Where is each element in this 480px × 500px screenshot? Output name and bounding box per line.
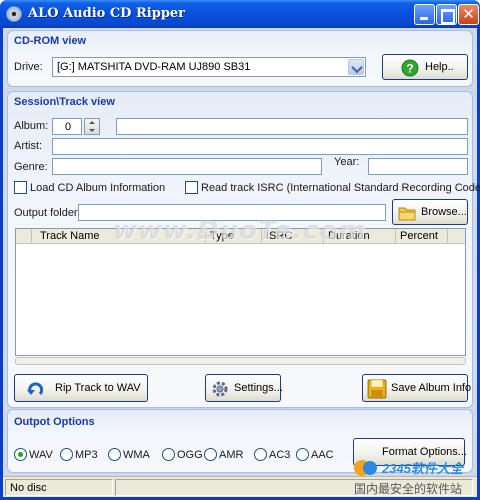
read-isrc-label: Read track ISRC (International Standard … [201, 182, 480, 194]
radio-ac3[interactable] [254, 448, 267, 461]
help-button[interactable]: ? Help.. [382, 54, 468, 80]
brand-logo-icon [354, 460, 377, 476]
output-header: Outpot Options [14, 416, 95, 428]
artist-label: Artist: [14, 140, 43, 152]
spin-down-icon[interactable] [89, 129, 95, 132]
brand-sub-text: 国内最安全的软件站 [354, 482, 463, 496]
track-list[interactable]: Track Name Type ISRC Duration Percent [15, 228, 466, 356]
window-title: ALO Audio CD Ripper [28, 6, 186, 21]
track-list-scrollbar[interactable] [15, 357, 466, 365]
load-cd-info-checkbox[interactable] [14, 181, 27, 194]
output-folder-label: Output folder: [14, 207, 81, 219]
status-cell-main: No disc [5, 479, 113, 496]
radio-ac3-label: AC3 [269, 449, 291, 461]
minimize-icon [415, 5, 434, 24]
read-isrc-checkbox[interactable] [185, 181, 198, 194]
album-spinner[interactable] [84, 118, 100, 135]
rip-track-label: Rip Track to WAV [55, 382, 141, 394]
help-icon: ? [401, 59, 419, 77]
radio-mp3[interactable] [60, 448, 73, 461]
brand-watermark: 2345软件大全 国内最安全的软件站 [348, 458, 478, 498]
save-album-button[interactable]: Save Album Info [362, 374, 472, 402]
maximize-icon [437, 5, 456, 24]
svg-text:?: ? [406, 62, 413, 76]
col-index[interactable] [16, 229, 32, 244]
radio-ogg[interactable] [162, 448, 175, 461]
col-percent[interactable]: Percent [396, 229, 448, 244]
drive-select[interactable]: [G:] MATSHITA DVD-RAM UJ890 SB31 [52, 57, 366, 77]
radio-aac-label: AAC [311, 449, 334, 461]
radio-wav-label: WAV [29, 449, 53, 461]
radio-wav[interactable] [14, 448, 27, 461]
app-window: ALO Audio CD Ripper ✕ CD-ROM view Drive:… [0, 0, 480, 500]
drive-value: [G:] MATSHITA DVD-RAM UJ890 SB31 [57, 61, 251, 73]
radio-amr-label: AMR [219, 449, 244, 461]
album-number: 0 [65, 121, 72, 133]
settings-label: Settings... [234, 382, 283, 394]
radio-wma-label: WMA [123, 449, 150, 461]
title-bar[interactable]: ALO Audio CD Ripper ✕ [0, 0, 480, 28]
radio-wma[interactable] [108, 448, 121, 461]
help-label: Help.. [425, 61, 454, 73]
settings-button[interactable]: Settings... [205, 374, 283, 402]
gear-icon [212, 381, 228, 397]
cd-disc-icon[interactable] [6, 6, 22, 22]
drive-label: Drive: [14, 61, 43, 73]
save-album-label: Save Album Info [391, 382, 472, 394]
cdrom-panel: CD-ROM view Drive: [G:] MATSHITA DVD-RAM… [7, 30, 473, 87]
radio-aac[interactable] [296, 448, 309, 461]
album-label: Album: [14, 120, 49, 132]
radio-amr[interactable] [204, 448, 217, 461]
maximize-button[interactable] [436, 4, 457, 25]
spin-up-icon[interactable] [89, 121, 95, 124]
session-header: Session\Track view [14, 96, 115, 108]
browse-label: Browse... [421, 206, 467, 218]
close-icon: ✕ [462, 5, 475, 23]
genre-field[interactable] [52, 158, 322, 175]
close-button[interactable]: ✕ [458, 4, 479, 25]
radio-ogg-label: OGG [177, 449, 203, 461]
album-number-field[interactable]: 0 [52, 118, 82, 135]
session-panel: Session\Track view Album: 0 Artist: Genr… [7, 91, 480, 408]
load-cd-info-label: Load CD Album Information [30, 182, 166, 194]
save-disk-icon [367, 379, 387, 399]
folder-icon [398, 207, 416, 221]
radio-mp3-label: MP3 [75, 449, 98, 461]
format-options-label: Format Options... [382, 446, 467, 458]
status-text: No disc [10, 482, 47, 494]
rip-arrow-icon [27, 382, 44, 396]
client-area: CD-ROM view Drive: [G:] MATSHITA DVD-RAM… [3, 28, 480, 498]
year-label: Year: [334, 156, 360, 168]
year-field[interactable] [368, 158, 468, 175]
artist-field[interactable] [52, 138, 468, 155]
rip-track-button[interactable]: Rip Track to WAV [14, 374, 148, 402]
browse-button[interactable]: Browse... [392, 199, 468, 225]
minimize-button[interactable] [414, 4, 435, 25]
brand-logo-text: 2345软件大全 [382, 461, 463, 476]
watermark-center: www.DuoTe.com [113, 216, 367, 246]
genre-label: Genre: [14, 161, 48, 173]
chevron-down-icon[interactable] [348, 59, 364, 75]
album-name-field[interactable] [116, 118, 468, 135]
cdrom-header: CD-ROM view [14, 35, 87, 47]
